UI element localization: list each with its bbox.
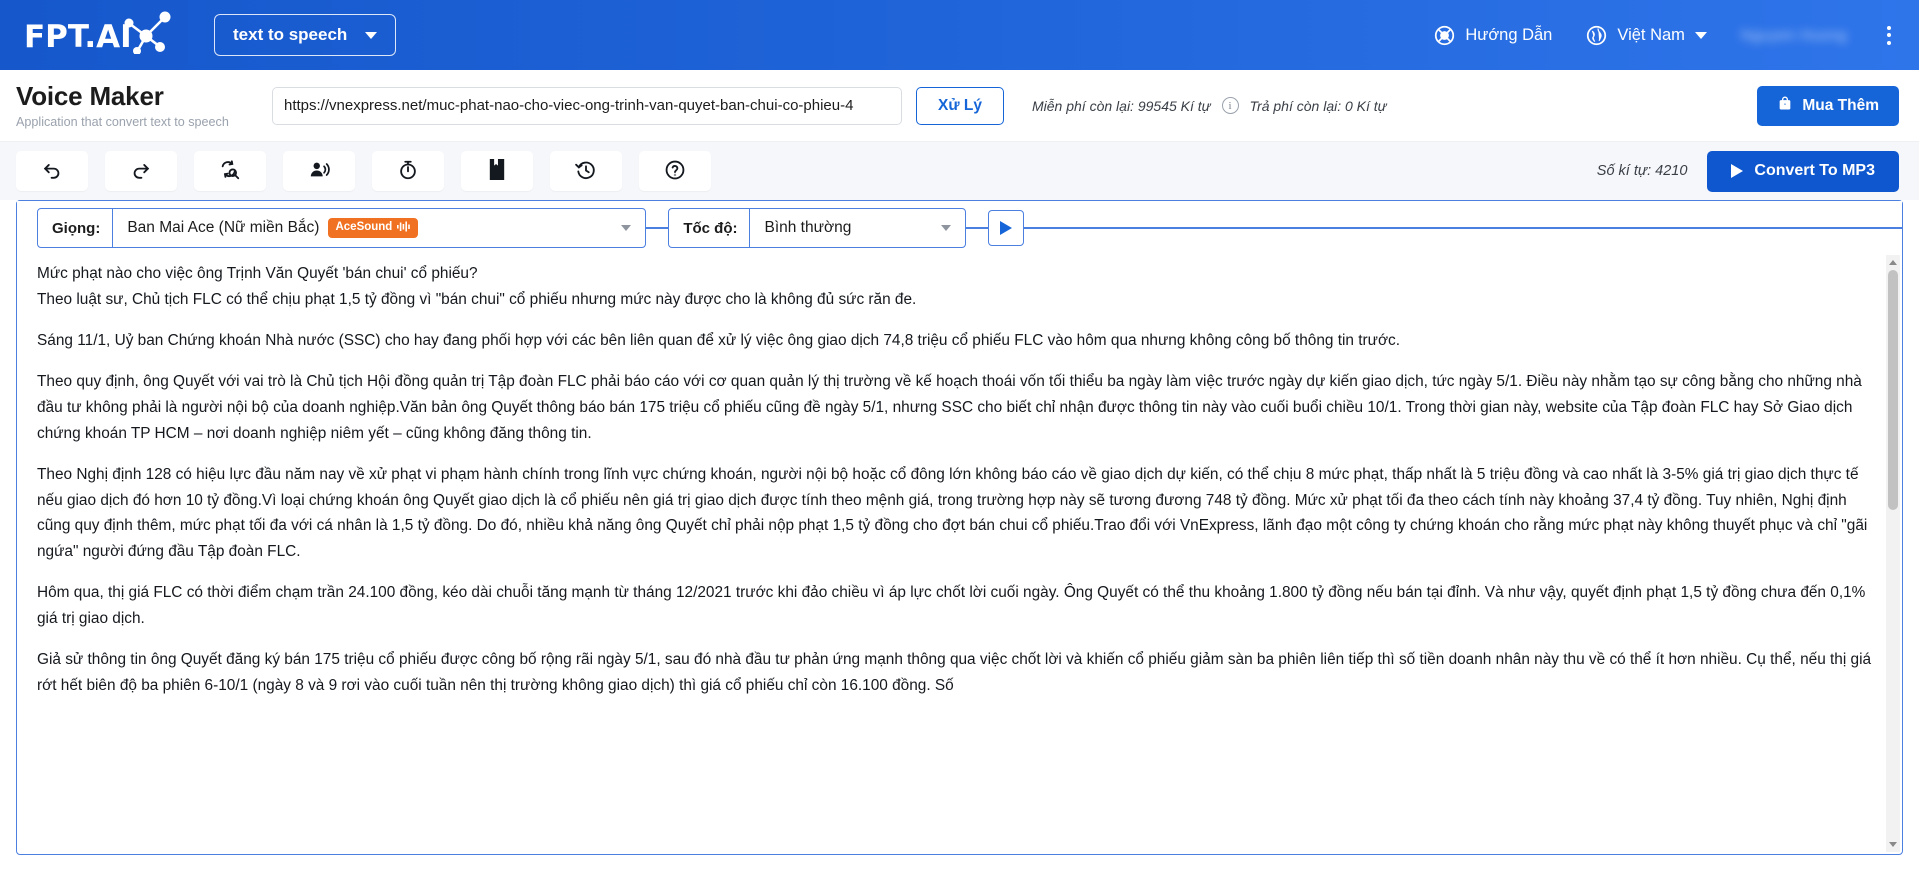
control-row-rule [1024,227,1902,229]
convert-to-mp3-label: Convert To MP3 [1754,162,1875,179]
acesound-badge-label: AceSound [335,221,393,233]
speed-selector-value-area[interactable]: Bình thường [750,209,965,247]
redo-icon [130,159,152,184]
voice-selector-label: Giọng: [38,209,114,247]
stopwatch-icon [397,159,419,184]
help-circle-icon-button[interactable] [639,151,711,191]
buy-more-label: Mua Thêm [1802,96,1879,114]
page-subtitle: Application that convert text to speech [16,115,229,130]
history-clock-icon-button[interactable] [550,151,622,191]
speed-selector[interactable]: Tốc độ: Bình thường [668,208,967,248]
waveform-icon [397,221,411,236]
control-connector-line [966,227,989,229]
scroll-down-arrow-icon[interactable] [1886,837,1900,852]
molecule-icon [116,10,180,59]
stopwatch-icon-button[interactable] [372,151,444,191]
play-icon [1731,164,1744,178]
speed-selector-label: Tốc độ: [669,209,751,247]
paid-quota-label: Trả phí còn lại: 0 Kí tự [1249,97,1387,114]
product-selector-dropdown[interactable]: text to speech [214,14,397,56]
preview-play-button[interactable] [988,210,1025,246]
editor-paragraph: Sáng 11/1, Uỷ ban Chứng khoán Nhà nước (… [37,331,1401,349]
redo-icon-button[interactable] [105,151,177,191]
bookmark-icon [487,158,507,184]
chevron-down-icon [1694,31,1707,39]
nav-language-label: Việt Nam [1617,25,1685,44]
nav-language-selector[interactable]: Việt Nam [1586,25,1707,46]
editor-toolbar: Số kí tự: 4210 Convert To MP3 [0,142,1919,200]
convert-to-mp3-button[interactable]: Convert To MP3 [1707,150,1899,192]
editor-paragraph: Giả sử thông tin ông Quyết đăng ký bán 1… [37,651,1872,694]
cart-icon [1777,95,1793,117]
editor-paragraph: Theo quy định, ông Quyết với vai trò là … [37,373,1862,442]
text-editor-content[interactable]: Mức phạt nào cho việc ông Trịnh Văn Quyế… [17,255,1902,854]
editor-panel: Giọng: Ban Mai Ace (Nữ miền Bắc) AceSoun… [16,200,1903,855]
editor-paragraph: Theo Nghị định 128 có hiệu lực đầu năm n… [37,465,1868,560]
process-url-button[interactable]: Xử Lý [916,86,1004,125]
top-navigation-bar: FPT.AI text to speech Hướng Dẫn Việt Nam… [0,0,1919,70]
voice-selector-value-area[interactable]: Ban Mai Ace (Nữ miền Bắc) AceSound [113,209,645,247]
lifebuoy-icon [1434,25,1455,46]
speed-selector-value: Bình thường [764,219,852,236]
voice-person-icon-button[interactable] [283,151,355,191]
control-connector-line [646,227,669,229]
voice-selector-value: Ban Mai Ace (Nữ miền Bắc) [127,219,320,236]
chevron-down-icon [365,31,378,39]
editor-paragraph: Mức phạt nào cho việc ông Trịnh Văn Quyế… [37,265,478,282]
buy-more-button[interactable]: Mua Thêm [1757,85,1899,126]
voice-person-icon [308,159,331,184]
account-username[interactable]: Nguyen Huong [1741,27,1847,44]
voice-selector[interactable]: Giọng: Ban Mai Ace (Nữ miền Bắc) AceSoun… [37,208,647,248]
editor-paragraph: Hôm qua, thị giá FLC có thời điểm chạm t… [37,584,1866,627]
help-circle-icon [664,159,686,184]
character-count-label: Số kí tự: 4210 [1596,163,1688,179]
globe-icon [1586,25,1607,46]
scrollbar-thumb[interactable] [1888,270,1898,510]
quota-info: Miễn phí còn lại: 99545 Kí tự i Trả phí … [1032,97,1387,114]
editor-paragraph: Theo luật sư, Chủ tịch FLC có thể chịu p… [37,290,917,308]
app-title-block: Voice Maker Application that convert tex… [16,82,272,129]
acesound-badge: AceSound [328,218,419,238]
app-subheader: Voice Maker Application that convert tex… [0,70,1919,142]
kebab-menu-icon[interactable] [1881,22,1897,49]
nav-guide[interactable]: Hướng Dẫn [1434,25,1552,46]
page-title: Voice Maker [16,80,164,111]
bookmark-icon-button[interactable] [461,151,533,191]
fpt-ai-logo[interactable]: FPT.AI [24,11,174,57]
product-selector-label: text to speech [233,25,348,44]
find-replace-icon [219,159,241,184]
info-icon[interactable]: i [1221,97,1239,114]
scroll-up-arrow-icon[interactable] [1886,255,1900,270]
play-icon [1000,221,1013,235]
chevron-down-icon [621,225,632,231]
history-clock-icon [575,159,597,184]
undo-icon [41,159,63,184]
undo-icon-button[interactable] [16,151,88,191]
editor-scrollbar[interactable] [1886,255,1900,852]
find-replace-icon-button[interactable] [194,151,266,191]
chevron-down-icon [941,225,952,231]
free-quota-label: Miễn phí còn lại: 99545 Kí tự [1032,97,1211,114]
voice-controls-row: Giọng: Ban Mai Ace (Nữ miền Bắc) AceSoun… [17,201,1902,255]
scrollbar-track[interactable] [1886,270,1900,837]
url-input[interactable] [272,86,902,125]
nav-guide-label: Hướng Dẫn [1465,25,1553,44]
